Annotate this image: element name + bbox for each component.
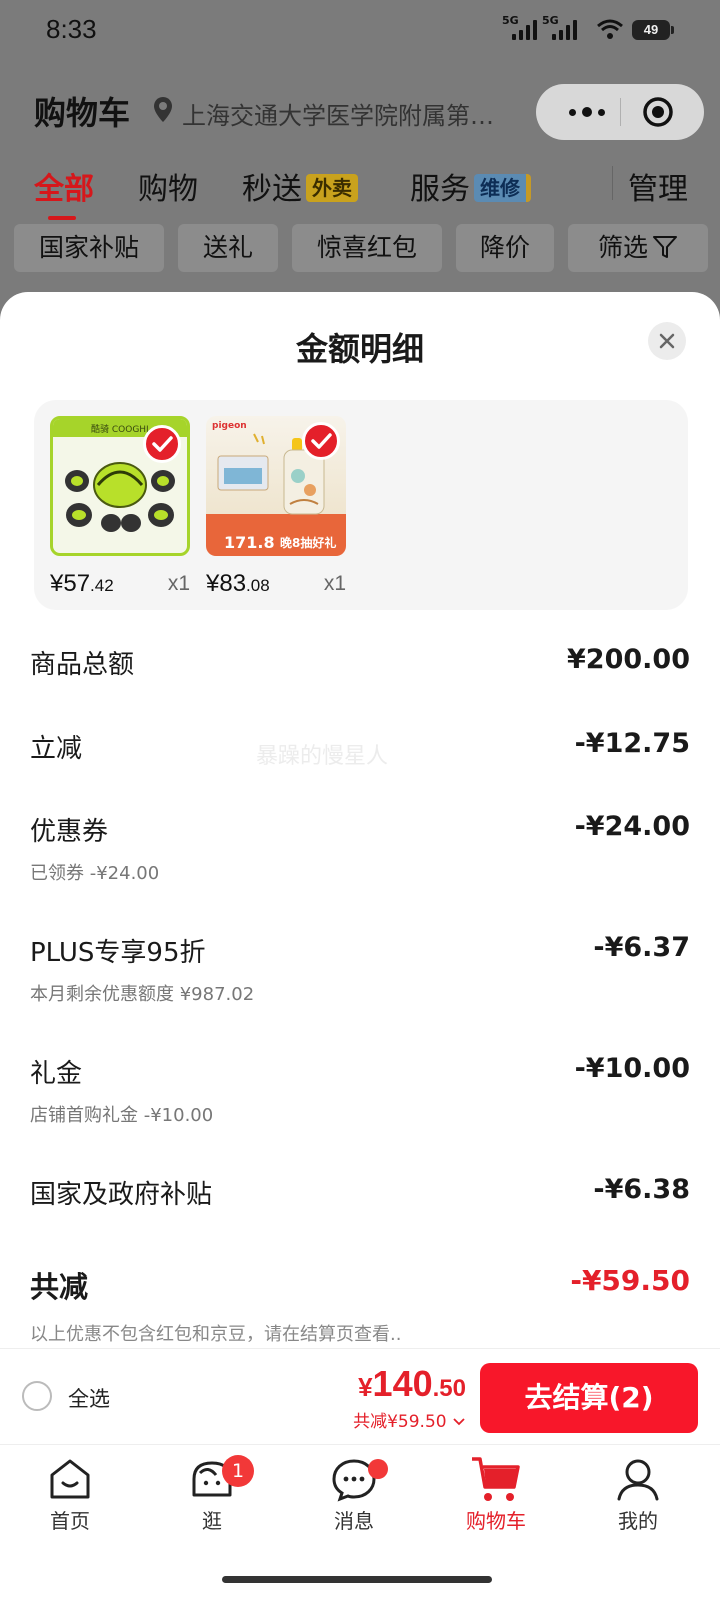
total-amount: ¥140.50	[358, 1363, 466, 1404]
delivery-address[interactable]: 上海交通大学医学院附属第九...	[182, 96, 502, 131]
promo-price: 171.8	[224, 533, 275, 552]
tab-instant-delivery[interactable]: 秒送 外卖	[242, 164, 358, 208]
chip-filter[interactable]: 筛选	[568, 224, 708, 272]
line-value: -¥6.38	[593, 1174, 690, 1205]
line-value: ¥200.00	[567, 644, 690, 675]
funnel-icon	[653, 236, 677, 258]
chip-gift[interactable]: 送礼	[178, 224, 278, 272]
status-bar: 8:33 5G 5G 49	[0, 0, 720, 62]
background-page: 8:33 5G 5G 49 购物车 上海交通大学医学院附属第九... 全部 购物…	[0, 0, 720, 330]
line-detail: 店铺首购礼金 -¥10.00	[30, 1105, 214, 1126]
unread-dot	[368, 1459, 388, 1479]
nav-cart[interactable]: 购物车	[436, 1455, 556, 1534]
selected-check-icon[interactable]	[302, 422, 340, 460]
goods-quantity: x1	[323, 572, 346, 595]
promo-text: 晚8抽好礼	[280, 535, 336, 550]
discount-note: 以上优惠不包含红包和京豆，请在结算页查看..	[30, 1324, 402, 1345]
line-value: -¥6.37	[593, 932, 690, 963]
filter-chips: 国家补贴 送礼 惊喜红包 降价 筛选	[0, 224, 720, 274]
goods-price-row: ¥57.42 x1	[50, 566, 190, 600]
goods-price-row: ¥83.08 x1	[206, 566, 346, 600]
tab-all[interactable]: 全部	[34, 164, 94, 220]
nav-explore[interactable]: 1 逛	[152, 1455, 272, 1534]
line-value: -¥10.00	[574, 1053, 690, 1084]
total-value: -¥59.50	[570, 1264, 690, 1297]
goods-price: ¥83.08	[206, 570, 270, 597]
checkout-button[interactable]: 去结算(2)	[480, 1363, 698, 1433]
line-detail: 已领券 -¥24.00	[30, 863, 160, 884]
chip-surprise-red-packet[interactable]: 惊喜红包	[292, 224, 442, 272]
signal-icon-2: 5G	[542, 14, 577, 40]
goods-price: ¥57.42	[50, 570, 114, 597]
line-label: 优惠券	[30, 817, 109, 847]
goods-item: 酷骑 COOGHI ¥57.42 x1	[50, 416, 190, 600]
close-icon	[659, 333, 675, 349]
chevron-down-icon	[453, 1418, 465, 1426]
nav-profile[interactable]: 我的	[578, 1455, 698, 1534]
line-value: -¥12.75	[574, 728, 690, 759]
battery-icon: 49	[632, 20, 674, 40]
miniprogram-capsule	[536, 84, 704, 140]
signal-icon: 5G	[502, 14, 537, 40]
repair-tag: 维修	[474, 174, 531, 202]
line-label: 商品总额	[30, 650, 135, 680]
select-all-checkbox[interactable]	[22, 1381, 52, 1411]
status-time: 8:33	[46, 14, 97, 44]
nav-label: 消息	[334, 1509, 374, 1533]
product-image-bottle[interactable]: pigeon 171.8 晚8抽好礼	[206, 416, 346, 556]
wifi-icon	[597, 19, 623, 39]
selected-check-icon[interactable]	[143, 425, 181, 463]
nav-label: 购物车	[466, 1509, 526, 1533]
goods-item: pigeon 171.8 晚8抽好礼 ¥83.08 x1	[206, 416, 346, 600]
amount-detail-sheet: 金额明细 酷骑 COOGHI ¥57.42 x1 pigeon 171.8 晚8…	[0, 292, 720, 1348]
checkout-bar: 全选 ¥140.50 共减¥59.50 去结算(2)	[0, 1348, 720, 1444]
profile-icon	[617, 1459, 659, 1501]
line-label: 立减	[30, 734, 83, 764]
cart-icon	[472, 1457, 520, 1501]
watermark: 暴躁的慢星人	[256, 744, 389, 769]
goods-quantity: x1	[167, 572, 190, 595]
tab-services[interactable]: 服务 维修	[410, 164, 531, 208]
home-indicator[interactable]	[222, 1576, 492, 1583]
notification-badge: 1	[222, 1455, 254, 1487]
nav-home[interactable]: 首页	[10, 1455, 130, 1534]
line-label: 礼金	[30, 1059, 83, 1089]
brand-logo: 酷骑 COOGHI	[91, 423, 149, 435]
exit-miniprogram-icon[interactable]	[640, 94, 676, 130]
checkout-summary: ¥140.50 共减¥59.50	[353, 1363, 466, 1432]
network-label-2: 5G	[542, 14, 559, 27]
location-pin-icon	[154, 97, 172, 122]
product-image-helmet[interactable]: 酷骑 COOGHI	[50, 416, 190, 556]
nav-label: 我的	[618, 1509, 658, 1533]
line-label: PLUS专享95折	[30, 938, 206, 968]
manage-button[interactable]: 管理	[628, 164, 688, 208]
chip-price-drop[interactable]: 降价	[456, 224, 554, 272]
nav-label: 逛	[202, 1509, 222, 1533]
tab-shopping[interactable]: 购物	[138, 164, 198, 208]
sheet-title: 金额明细	[295, 330, 424, 368]
saved-amount-toggle[interactable]: 共减¥59.50	[353, 1407, 466, 1432]
select-all-label[interactable]: 全选	[68, 1383, 110, 1413]
home-icon	[50, 1459, 90, 1499]
network-label: 5G	[502, 14, 519, 27]
takeout-tag: 外卖	[306, 174, 358, 202]
line-detail: 本月剩余优惠额度 ¥987.02	[30, 984, 255, 1005]
line-label: 国家及政府补贴	[30, 1180, 213, 1210]
cart-tabs: 全部 购物 秒送 外卖 服务 维修 管理	[0, 158, 720, 220]
more-menu-button[interactable]	[560, 98, 614, 126]
sheet-close-button[interactable]	[648, 322, 686, 360]
line-value: -¥24.00	[574, 811, 690, 842]
page-title: 购物车	[34, 94, 131, 132]
nav-label: 首页	[50, 1509, 90, 1533]
total-label: 共减	[30, 1270, 89, 1304]
chip-national-subsidy[interactable]: 国家补贴	[14, 224, 164, 272]
nav-messages[interactable]: 消息	[294, 1455, 414, 1534]
brand-logo: pigeon	[212, 421, 247, 431]
selected-goods: 酷骑 COOGHI ¥57.42 x1 pigeon 171.8 晚8抽好礼 ¥…	[34, 400, 688, 610]
